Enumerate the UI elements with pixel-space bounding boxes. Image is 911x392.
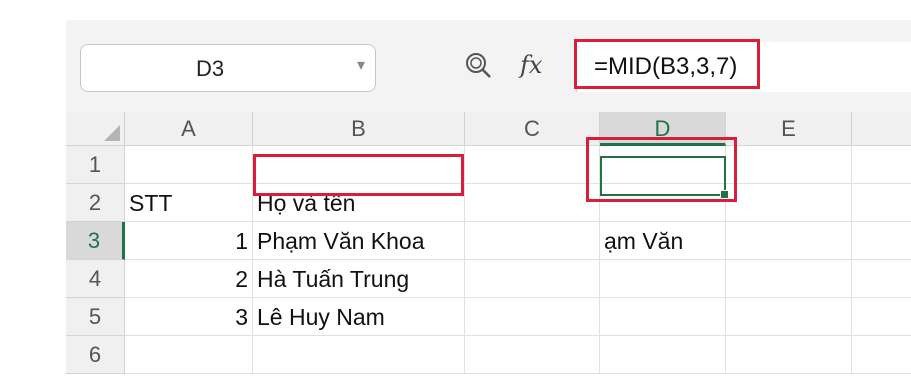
cell-e4[interactable] <box>726 260 852 298</box>
cell-c3[interactable] <box>465 222 600 260</box>
cell-d6[interactable] <box>600 336 726 374</box>
column-header-f[interactable] <box>852 112 911 146</box>
row-header-5[interactable]: 5 <box>66 298 125 336</box>
cell-e5[interactable] <box>726 298 852 336</box>
row-header-6[interactable]: 6 <box>66 336 125 374</box>
row-header-1[interactable]: 1 <box>66 146 125 184</box>
cell-b3[interactable]: Phạm Văn Khoa <box>253 222 465 260</box>
cell-d3[interactable]: ạm Văn <box>600 222 726 260</box>
cell-b6[interactable] <box>253 336 465 374</box>
cell-b3-highlight-box <box>253 154 464 196</box>
cell-f5[interactable] <box>852 298 911 336</box>
column-header-b[interactable]: B <box>253 112 465 146</box>
cell-d5[interactable] <box>600 298 726 336</box>
name-box-value: D3 <box>195 56 225 81</box>
select-all-corner[interactable] <box>66 112 125 146</box>
zoom-icon[interactable] <box>464 51 492 79</box>
cell-a1[interactable] <box>125 146 253 184</box>
cell-e3[interactable] <box>726 222 852 260</box>
cell-d3-highlight-box <box>586 137 737 202</box>
column-header-e[interactable]: E <box>726 112 852 146</box>
column-header-c[interactable]: C <box>465 112 600 146</box>
cell-b4[interactable]: Hà Tuấn Trung <box>253 260 465 298</box>
cell-f3[interactable] <box>852 222 911 260</box>
chevron-down-icon[interactable]: ▾ <box>357 55 365 75</box>
cell-a5[interactable]: 3 <box>125 298 253 336</box>
row-header-3[interactable]: 3 <box>66 222 125 260</box>
formula-bar: D3 ▾ fx =MID(B3,3,7) <box>66 20 911 112</box>
cell-a2[interactable]: STT <box>125 184 253 222</box>
cell-f2[interactable] <box>852 184 911 222</box>
fx-icon[interactable]: fx <box>520 51 542 79</box>
cell-c4[interactable] <box>465 260 600 298</box>
cell-a3[interactable]: 1 <box>125 222 253 260</box>
formula-highlight-box <box>574 39 760 89</box>
cell-e6[interactable] <box>726 336 852 374</box>
cell-c6[interactable] <box>465 336 600 374</box>
cell-a4[interactable]: 2 <box>125 260 253 298</box>
cell-e1[interactable] <box>726 146 852 184</box>
row-header-2[interactable]: 2 <box>66 184 125 222</box>
cell-b5[interactable]: Lê Huy Nam <box>253 298 465 336</box>
cell-f4[interactable] <box>852 260 911 298</box>
cell-f1[interactable] <box>852 146 911 184</box>
cell-a6[interactable] <box>125 336 253 374</box>
cell-c5[interactable] <box>465 298 600 336</box>
cell-c1[interactable] <box>465 146 600 184</box>
sheet-grid: A B C D E 1 2 3 4 5 6 STT Họ và tên 1 Ph… <box>66 112 911 382</box>
name-box[interactable]: D3 ▾ <box>80 44 376 92</box>
row-header-4[interactable]: 4 <box>66 260 125 298</box>
column-header-a[interactable]: A <box>125 112 253 146</box>
cell-d4[interactable] <box>600 260 726 298</box>
spreadsheet-window: D3 ▾ fx =MID(B3,3,7) A B C D E 1 2 3 4 5… <box>66 20 911 382</box>
cell-e2[interactable] <box>726 184 852 222</box>
cell-c2[interactable] <box>465 184 600 222</box>
cell-f6[interactable] <box>852 336 911 374</box>
